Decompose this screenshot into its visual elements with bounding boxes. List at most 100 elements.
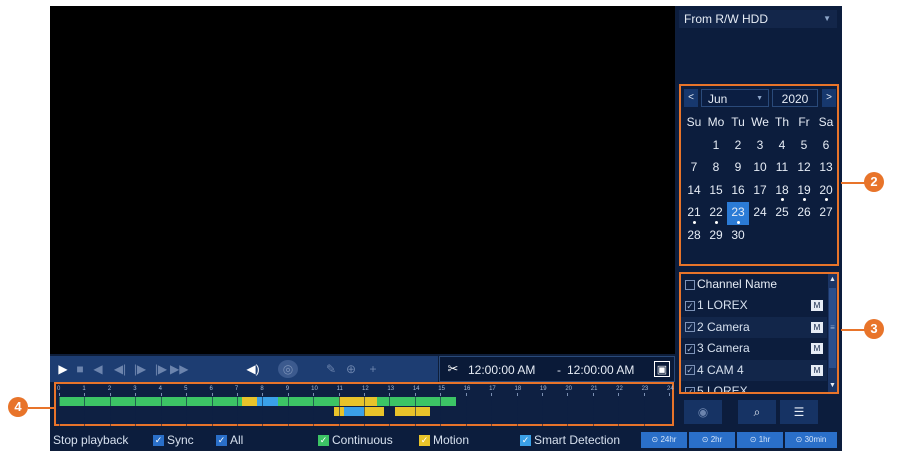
calendar-day[interactable]: 9 <box>727 157 749 180</box>
calendar-day[interactable]: 29 <box>705 225 727 248</box>
scroll-up-icon[interactable]: ▲ <box>828 274 837 286</box>
hour-tick-label: 18 <box>514 386 522 392</box>
channel-row[interactable]: ✓ 4 CAM 4 M <box>681 359 827 381</box>
select-all-channels-checkbox[interactable] <box>685 279 695 290</box>
track-divider <box>313 407 315 416</box>
play-icon[interactable]: ▶ <box>56 360 70 378</box>
calendar-day[interactable]: 12 <box>793 157 815 180</box>
calendar-day[interactable]: 10 <box>749 157 771 180</box>
continuous-filter-checkbox[interactable]: ✓ Continuous <box>318 432 393 448</box>
calendar-day[interactable]: 26 <box>793 202 815 225</box>
reverse-icon[interactable]: ◀ <box>92 360 104 378</box>
year-select[interactable]: 2020 <box>772 89 818 107</box>
month-select[interactable]: Jun ▼ <box>701 89 769 107</box>
volume-icon[interactable]: ◀) <box>244 360 262 378</box>
source-select[interactable]: From R/W HDD ▼ <box>679 10 837 28</box>
track-divider <box>516 397 518 406</box>
channel-checkbox[interactable]: ✓ <box>685 300 695 311</box>
channel-checkbox[interactable]: ✓ <box>685 343 695 354</box>
range-1hr-button[interactable]: ⊙ 1hr <box>737 432 783 448</box>
channel-stream-badge[interactable]: M <box>811 343 823 354</box>
snapshot-icon[interactable]: ◎ <box>278 360 298 378</box>
channel-scrollbar[interactable]: ▲ ≡ ▼ <box>828 274 837 392</box>
calendar-day[interactable]: 23 <box>727 202 749 225</box>
next-frame-icon[interactable]: |▶ <box>132 360 148 378</box>
recording-segment[interactable] <box>257 397 278 406</box>
timeline-track[interactable] <box>59 407 669 416</box>
channel-stream-badge[interactable]: M <box>811 321 823 333</box>
prev-month-button[interactable]: < <box>684 89 698 107</box>
calendar-day[interactable]: 3 <box>749 135 771 158</box>
month-value: Jun <box>708 92 728 106</box>
calendar-day[interactable]: 11 <box>771 157 793 180</box>
channel-stream-badge[interactable]: M <box>811 300 823 311</box>
scissors-icon[interactable]: ✂ <box>444 360 462 378</box>
calendar-day[interactable]: 28 <box>683 225 705 248</box>
next-month-button[interactable]: > <box>822 89 836 107</box>
stop-playback-button[interactable]: Stop playback <box>53 432 128 448</box>
calendar-day[interactable]: 18 <box>771 180 793 203</box>
calendar-day[interactable]: 15 <box>705 180 727 203</box>
calendar-day[interactable]: 16 <box>727 180 749 203</box>
recording-segment[interactable] <box>338 397 377 406</box>
timeline-track[interactable] <box>59 397 669 406</box>
track-divider <box>541 397 543 406</box>
calendar-day[interactable]: 25 <box>771 202 793 225</box>
channel-checkbox[interactable]: ✓ <box>685 322 695 333</box>
range-24hr-button[interactable]: ⊙ 24hr <box>641 432 687 448</box>
zoom-icon[interactable]: ⊕ <box>344 360 358 378</box>
calendar-day[interactable]: 6 <box>815 135 837 158</box>
save-clip-icon[interactable]: ▣ <box>654 361 670 377</box>
video-playback-area[interactable] <box>50 6 675 354</box>
calendar-day[interactable]: 24 <box>749 202 771 225</box>
smart-detection-filter-checkbox[interactable]: ✓ Smart Detection <box>520 432 620 448</box>
channel-row[interactable]: ✓ 1 LOREX M <box>681 295 827 317</box>
channel-stream-badge[interactable]: M <box>811 364 823 376</box>
hour-tick-label: 10 <box>311 386 318 392</box>
recording-segment[interactable] <box>394 407 431 416</box>
channel-row[interactable]: ✓ 5 LOREX <box>681 381 827 392</box>
channel-checkbox[interactable]: ✓ <box>685 386 695 392</box>
recording-segment[interactable] <box>343 407 364 416</box>
calendar-day[interactable]: 7 <box>683 157 705 180</box>
timeline-track[interactable] <box>59 417 669 426</box>
sync-checkbox[interactable]: ✓ Sync <box>153 432 194 448</box>
clip-end-time[interactable]: 12:00:00 AM <box>567 361 634 379</box>
motion-filter-checkbox[interactable]: ✓ Motion <box>419 432 469 448</box>
timeline[interactable]: 0 1 2 3 4 5 6 7 8 9 10 11 12 13 14 15 16 17 18 19 20 21 22 23 24 <box>54 382 674 426</box>
clip-start-time[interactable]: 12:00:00 AM <box>468 361 535 379</box>
scroll-down-icon[interactable]: ▼ <box>828 380 837 392</box>
disk-icon[interactable]: ◉ <box>684 400 722 424</box>
calendar-day[interactable]: 27 <box>815 202 837 225</box>
file-list-icon[interactable]: ☰ <box>780 400 818 424</box>
calendar-day[interactable]: 13 <box>815 157 837 180</box>
calendar-day[interactable]: 14 <box>683 180 705 203</box>
hour-tick-label: 17 <box>489 386 496 392</box>
scrollbar-thumb[interactable]: ≡ <box>829 288 836 368</box>
calendar-day[interactable]: 1 <box>705 135 727 158</box>
all-checkbox[interactable]: ✓ All <box>216 432 243 448</box>
prev-frame-icon[interactable]: ◀| <box>112 360 128 378</box>
stop-icon[interactable]: ■ <box>74 360 86 378</box>
calendar-day[interactable]: 2 <box>727 135 749 158</box>
hour-tick-mark <box>516 393 518 396</box>
calendar-day[interactable]: 5 <box>793 135 815 158</box>
slow-icon[interactable]: |▶ <box>154 360 168 378</box>
channel-checkbox[interactable]: ✓ <box>685 365 695 376</box>
calendar-day[interactable]: 4 <box>771 135 793 158</box>
calendar-day[interactable]: 30 <box>727 225 749 248</box>
range-30min-button[interactable]: ⊙ 30min <box>785 432 837 448</box>
tag-icon[interactable]: + <box>364 360 382 378</box>
calendar-day[interactable]: 20 <box>815 180 837 203</box>
channel-row[interactable]: ✓ 3 Camera M <box>681 338 827 360</box>
channel-row[interactable]: ✓ 2 Camera M <box>681 316 827 338</box>
calendar-day[interactable]: 21 <box>683 202 705 225</box>
fast-forward-icon[interactable]: ▶▶ <box>170 360 188 378</box>
edit-icon[interactable]: ✎ <box>324 360 338 378</box>
calendar-day[interactable]: 19 <box>793 180 815 203</box>
calendar-day[interactable]: 8 <box>705 157 727 180</box>
calendar-day[interactable]: 17 <box>749 180 771 203</box>
calendar-day[interactable]: 22 <box>705 202 727 225</box>
range-2hr-button[interactable]: ⊙ 2hr <box>689 432 735 448</box>
smart-search-icon[interactable]: ⌕ <box>738 400 776 424</box>
